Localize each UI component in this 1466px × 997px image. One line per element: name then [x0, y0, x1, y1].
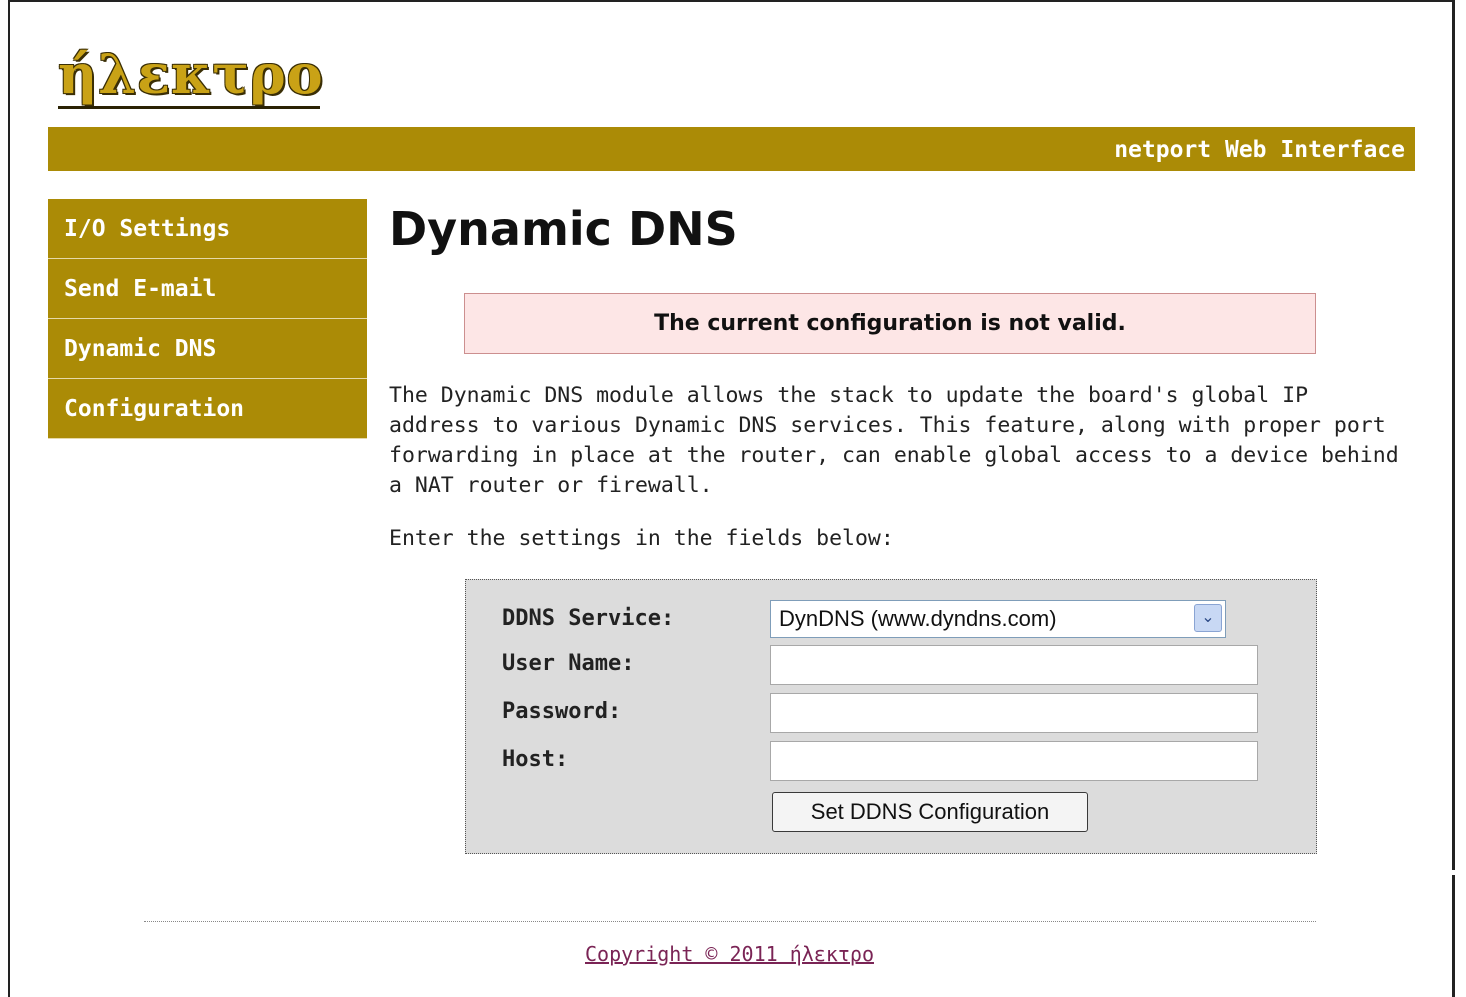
password-label: Password: [502, 699, 622, 724]
page-title: Dynamic DNS [389, 202, 738, 256]
module-description: The Dynamic DNS module allows the stack … [389, 383, 1399, 498]
logo-underline [58, 106, 320, 109]
window-left-border [0, 0, 10, 997]
sidebar-item-send-email[interactable]: Send E-mail [48, 259, 367, 319]
sidebar-nav: I/O Settings Send E-mail Dynamic DNS Con… [48, 199, 367, 439]
host-label: Host: [502, 747, 569, 772]
sidebar-item-io-settings[interactable]: I/O Settings [48, 199, 367, 259]
user-name-label: User Name: [502, 651, 635, 676]
site-logo: ήλεκτρο [58, 44, 323, 114]
footer-divider [144, 921, 1316, 922]
sidebar-item-configuration[interactable]: Configuration [48, 379, 367, 439]
window-top-border [0, 0, 1455, 2]
ddns-service-value: DynDNS (www.dyndns.com) [779, 606, 1057, 631]
error-message: The current configuration is not valid. [464, 293, 1316, 354]
sidebar-item-dynamic-dns[interactable]: Dynamic DNS [48, 319, 367, 379]
user-name-field[interactable] [770, 645, 1258, 685]
copyright-link[interactable]: Copyright © 2011 ήλεκτρο [585, 942, 874, 966]
ddns-form: DDNS Service: DynDNS (www.dyndns.com) ⌄ … [465, 579, 1317, 854]
form-prompt: Enter the settings in the fields below: [389, 526, 894, 551]
password-field[interactable] [770, 693, 1258, 733]
set-ddns-configuration-button[interactable]: Set DDNS Configuration [772, 792, 1088, 832]
host-field[interactable] [770, 741, 1258, 781]
banner-title: netport Web Interface [1114, 137, 1405, 163]
ddns-service-select[interactable]: DynDNS (www.dyndns.com) ⌄ [770, 600, 1226, 638]
chevron-down-icon[interactable]: ⌄ [1194, 604, 1222, 632]
window-right-border-lower [1452, 875, 1455, 997]
logo-text: ήλεκτρο [58, 42, 324, 106]
ddns-service-label: DDNS Service: [502, 606, 675, 631]
header-banner: netport Web Interface [48, 127, 1415, 171]
window-right-border [1452, 0, 1455, 870]
